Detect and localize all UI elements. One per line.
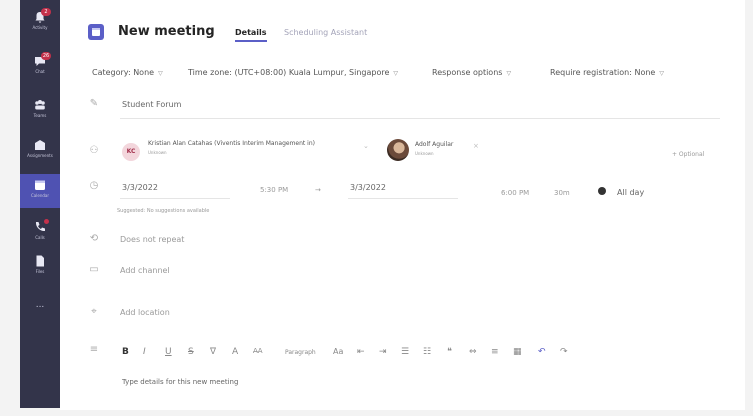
underline-button[interactable]: U bbox=[165, 347, 172, 357]
italic-button[interactable]: I bbox=[143, 347, 146, 357]
teams-icon bbox=[35, 100, 45, 110]
all-day-label: All day bbox=[617, 188, 645, 197]
quote-button[interactable]: ❝ bbox=[447, 347, 452, 357]
rail-chat[interactable]: 26 Chat bbox=[20, 50, 60, 84]
rail-files[interactable]: Files bbox=[20, 250, 60, 284]
location-icon: ⌖ bbox=[91, 306, 97, 317]
channel-icon: ▭ bbox=[89, 264, 99, 275]
highlight-button[interactable]: ∇ bbox=[210, 347, 216, 357]
category-label: Category: None bbox=[92, 68, 155, 77]
add-location-field[interactable]: Add location bbox=[120, 308, 170, 317]
table-button[interactable]: ▦ bbox=[513, 347, 522, 357]
tab-scheduling-assistant[interactable]: Scheduling Assistant bbox=[284, 28, 367, 37]
add-channel-field[interactable]: Add channel bbox=[120, 266, 170, 275]
page-title: New meeting bbox=[118, 24, 215, 39]
chevron-down-icon: ▽ bbox=[659, 70, 664, 77]
rail-label: Calendar bbox=[31, 193, 49, 198]
divider bbox=[120, 118, 720, 119]
divider bbox=[120, 198, 230, 199]
start-time-field[interactable]: 5:30 PM bbox=[260, 186, 288, 194]
optional-link[interactable]: + Optional bbox=[672, 151, 704, 158]
timezone-dropdown[interactable]: Time zone: (UTC+08:00) Kuala Lumpur, Sin… bbox=[188, 68, 398, 77]
attendee-name: Kristian Alan Catahas (Viventis Interim … bbox=[148, 140, 315, 147]
activity-badge: 2 bbox=[41, 8, 51, 16]
title-field[interactable]: Student Forum bbox=[122, 100, 181, 109]
rail-label: Teams bbox=[33, 113, 47, 118]
link-button[interactable]: ⇔ bbox=[469, 347, 477, 357]
paragraph-dropdown[interactable]: Paragraph bbox=[285, 349, 316, 356]
details-icon: ≡ bbox=[89, 344, 99, 355]
chevron-down-icon: ▽ bbox=[393, 70, 399, 77]
response-options-label: Response options bbox=[432, 68, 503, 77]
attendees-icon: ⚇ bbox=[89, 145, 99, 156]
bullet-list-button[interactable]: ☰ bbox=[401, 347, 409, 357]
end-time-field[interactable]: 6:00 PM bbox=[501, 189, 529, 197]
rail-label: Activity bbox=[32, 25, 48, 30]
rail-more[interactable]: ... bbox=[20, 296, 60, 330]
calendar-icon bbox=[35, 180, 45, 190]
avatar bbox=[387, 139, 409, 161]
arrow-right-icon: → bbox=[315, 186, 321, 194]
rail-label: Files bbox=[35, 269, 45, 274]
rail-calendar[interactable]: Calendar bbox=[20, 174, 60, 208]
assignments-icon bbox=[35, 140, 45, 150]
suggestion-text: Suggested: No suggestions available bbox=[117, 208, 210, 214]
start-date-field[interactable]: 3/3/2022 bbox=[122, 183, 158, 192]
registration-dropdown[interactable]: Require registration: None ▽ bbox=[550, 68, 664, 77]
repeat-dropdown[interactable]: Does not repeat bbox=[120, 235, 184, 244]
meeting-form: New meeting Details Scheduling Assistant… bbox=[60, 0, 745, 410]
file-icon bbox=[36, 255, 44, 267]
numbered-list-button[interactable]: ☷ bbox=[423, 347, 431, 357]
decrease-indent-button[interactable]: ⇤ bbox=[357, 347, 365, 357]
font-size-button[interactable]: A̶A bbox=[253, 347, 263, 355]
rail-calls[interactable]: Calls bbox=[20, 216, 60, 250]
chevron-down-icon: ▽ bbox=[506, 70, 512, 77]
pencil-icon: ✎ bbox=[89, 98, 99, 109]
app-rail: 2 Activity 26 Chat Teams Assignments Cal… bbox=[20, 0, 60, 408]
chat-badge: 26 bbox=[41, 52, 51, 60]
strikethrough-button[interactable]: S bbox=[188, 347, 194, 357]
rail-teams[interactable]: Teams bbox=[20, 94, 60, 128]
format-painter-button[interactable]: Aa bbox=[333, 347, 343, 356]
chevron-down-icon: ▽ bbox=[158, 70, 163, 77]
attendee-status: Unknown bbox=[148, 150, 167, 155]
remove-attendee-icon[interactable]: ⌄ bbox=[363, 142, 369, 150]
duration-label: 30m bbox=[554, 189, 570, 197]
response-options-dropdown[interactable]: Response options ▽ bbox=[432, 68, 511, 77]
remove-attendee-icon[interactable]: × bbox=[473, 142, 479, 150]
rail-label: Chat bbox=[35, 69, 45, 74]
calls-notification-dot bbox=[44, 219, 49, 224]
more-icon: ... bbox=[35, 300, 45, 310]
undo-button[interactable]: ↶ bbox=[538, 347, 546, 357]
timezone-label: Time zone: (UTC+08:00) Kuala Lumpur, Sin… bbox=[188, 68, 390, 77]
repeat-icon: ⟲ bbox=[89, 233, 99, 244]
rail-activity[interactable]: 2 Activity bbox=[20, 6, 60, 40]
attendee-name: Adolf Aguilar bbox=[415, 141, 454, 148]
divider bbox=[348, 198, 458, 199]
attendee-status: Unknown bbox=[415, 151, 434, 156]
tab-details[interactable]: Details bbox=[235, 28, 267, 42]
calendar-icon bbox=[88, 24, 104, 40]
rail-assignments[interactable]: Assignments bbox=[20, 134, 60, 168]
registration-label: Require registration: None bbox=[550, 68, 656, 77]
font-color-button[interactable]: A bbox=[232, 347, 238, 357]
category-dropdown[interactable]: Category: None ▽ bbox=[92, 68, 163, 77]
redo-button[interactable]: ↷ bbox=[560, 347, 568, 357]
horizontal-rule-button[interactable]: ≡ bbox=[491, 347, 499, 357]
avatar: KC bbox=[122, 143, 140, 161]
rail-label: Calls bbox=[35, 235, 45, 240]
end-date-field[interactable]: 3/3/2022 bbox=[350, 183, 386, 192]
clock-icon: ◷ bbox=[89, 180, 99, 191]
all-day-toggle[interactable] bbox=[598, 187, 606, 195]
rail-label: Assignments bbox=[27, 153, 53, 158]
details-editor[interactable]: Type details for this new meeting bbox=[122, 378, 238, 386]
increase-indent-button[interactable]: ⇥ bbox=[379, 347, 387, 357]
bold-button[interactable]: B bbox=[122, 347, 129, 357]
